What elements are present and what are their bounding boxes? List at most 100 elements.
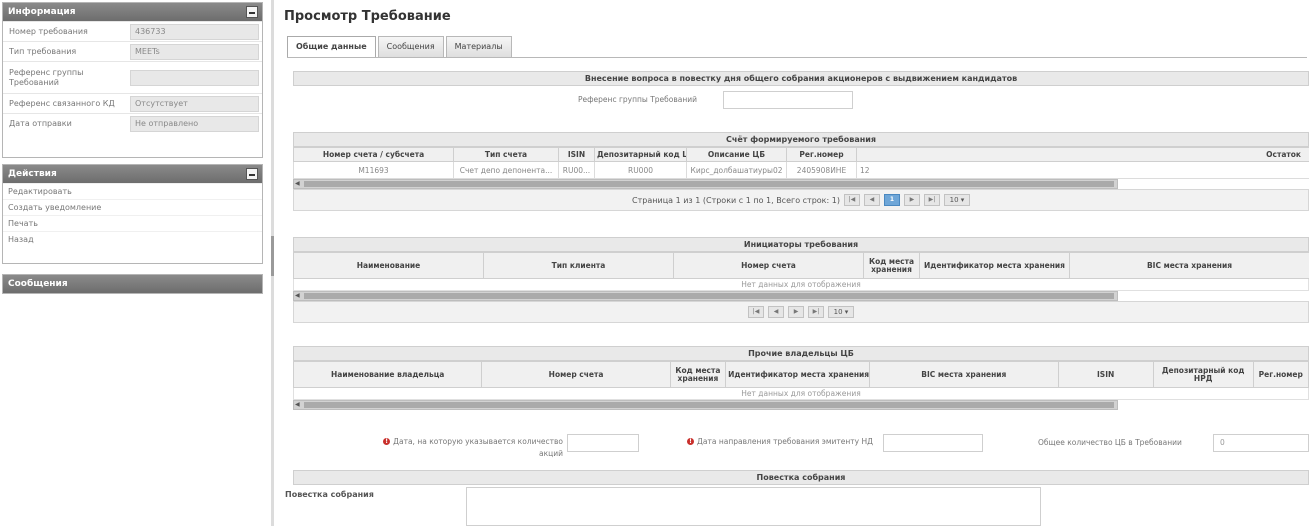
column-header[interactable]: Код места хранения [669,361,727,388]
info-value: Не отправлено [130,115,259,132]
page-size-value: 10 [833,308,843,316]
scroll-left-icon[interactable]: ◀ [295,292,300,300]
info-label: Дата отправки [9,118,72,128]
column-header[interactable]: BIC места хранения [869,361,1059,388]
required-icon: ! [687,438,695,445]
date-sent-input[interactable] [883,434,983,452]
scroll-thumb[interactable] [304,181,1114,187]
column-header[interactable]: Тип счета [453,147,559,162]
next-page-icon[interactable]: ▶ [903,194,920,206]
initiators-table-title: Инициаторы требования [293,237,1309,252]
empty-message: Нет данных для отображения [293,279,1309,291]
info-label: Референс связанного КД [9,98,115,108]
main-content: Просмотр Требование Общие данные Сообщен… [281,0,1309,526]
tab-bar: Общие данные Сообщения Материалы [287,36,514,58]
messages-panel[interactable]: Сообщения [2,274,263,294]
messages-panel-title: Сообщения [8,279,68,289]
scroll-left-icon[interactable]: ◀ [295,401,300,409]
info-row-linked-kd: Референс связанного КД Отсутствует [3,93,262,113]
table-cell: 12 [856,161,1309,179]
actions-panel-header: Действия [3,165,262,183]
horizontal-scrollbar[interactable]: ◀ [293,179,1118,189]
account-section: Счёт формируемого требования Номер счета… [293,132,1309,211]
agenda-section: Повестка собрания [293,470,1309,485]
column-header[interactable]: BIC места хранения [1069,252,1309,279]
column-header[interactable]: ISIN [1057,361,1154,388]
messages-panel-header[interactable]: Сообщения [3,275,262,293]
column-header[interactable]: Код места хранения [863,252,920,279]
initiators-table: Наименование Тип клиента Номер счета Код… [293,252,1309,279]
column-header[interactable]: Тип клиента [483,252,674,279]
action-create-notification[interactable]: Создать уведомление [3,199,262,215]
column-header[interactable]: Рег.номер [786,147,857,162]
prev-page-icon[interactable]: ◀ [863,194,880,206]
table-cell: RU000 [594,161,687,179]
dates-row: ! Дата, на которую указывается количество… [293,432,1309,468]
info-label: Тип требования [9,46,77,56]
horizontal-scrollbar[interactable]: ◀ [293,291,1118,301]
agenda-label: Повестка собрания [285,490,374,499]
first-page-icon[interactable]: |◀ [748,306,764,318]
info-panel-title: Информация [8,7,76,17]
action-edit[interactable]: Редактировать [3,183,262,199]
account-pager: Страница 1 из 1 (Строки с 1 по 1, Всего … [293,189,1309,211]
column-header[interactable]: Номер счета [673,252,864,279]
table-row[interactable]: M11693 Счет депо депонента... RU00... RU… [293,161,1309,179]
actions-panel: Действия Редактировать Создать уведомлен… [2,164,263,264]
page-size-select[interactable]: 10 ▾ [943,194,970,206]
prev-page-icon[interactable]: ◀ [768,306,784,318]
column-header[interactable]: Депозитарный код ЦБ [594,147,687,162]
column-header[interactable]: Наименование владельца [292,361,483,388]
column-header[interactable]: Остаток [856,147,1309,162]
info-row-send-date: Дата отправки Не отправлено [3,113,262,133]
column-header[interactable]: Номер счета [481,361,671,388]
column-header[interactable]: Идентификатор места хранения [919,252,1070,279]
left-panel: Информация Номер требования 436733 Тип т… [0,0,266,526]
scroll-thumb[interactable] [304,402,1114,408]
total-input[interactable]: 0 [1213,434,1309,452]
next-page-icon[interactable]: ▶ [788,306,804,318]
tab-general[interactable]: Общие данные [287,36,376,58]
owners-section: Прочие владельцы ЦБ Наименование владель… [292,346,1309,410]
current-page-button[interactable]: 1 [883,194,900,206]
action-back[interactable]: Назад [3,231,262,247]
owners-table: Наименование владельца Номер счета Код м… [292,361,1309,388]
empty-message: Нет данных для отображения [293,388,1309,400]
page-title: Просмотр Требование [284,9,451,24]
total-label: Общее количество ЦБ в Требовании [1038,438,1182,447]
date-owners-label: Дата, на которую указывается количество … [393,437,563,458]
table-cell: RU00... [558,161,595,179]
column-header[interactable]: ISIN [558,147,595,162]
table-cell: Счет депо депонента... [453,161,559,179]
column-header[interactable]: Идентификатор места хранения [725,361,871,388]
scroll-thumb[interactable] [304,293,1114,299]
last-page-icon[interactable]: ▶| [923,194,940,206]
tab-materials[interactable]: Материалы [445,36,512,57]
date-owners-input[interactable] [567,434,639,452]
tab-messages[interactable]: Сообщения [377,36,444,57]
tab-underline [287,57,1307,58]
group-ref-input[interactable] [723,91,853,109]
column-header[interactable]: Описание ЦБ [686,147,787,162]
horizontal-scrollbar[interactable]: ◀ [293,400,1118,410]
splitter-handle[interactable] [271,236,274,276]
pager-info: Страница 1 из 1 (Строки с 1 по 1, Всего … [632,195,840,205]
collapse-icon[interactable] [246,6,258,18]
action-print[interactable]: Печать [3,215,262,231]
column-header[interactable]: Наименование [293,252,484,279]
last-page-icon[interactable]: ▶| [808,306,824,318]
scroll-left-icon[interactable]: ◀ [295,180,300,188]
agenda-textarea[interactable] [466,487,1041,526]
column-header[interactable]: Рег.номер [1252,361,1309,388]
collapse-icon[interactable] [246,168,258,180]
date-sent-label: Дата направления требования эмитенту НД [697,437,873,446]
info-row-number: Номер требования 436733 [3,21,262,41]
page-size-select[interactable]: 10 ▾ [828,306,854,318]
column-header[interactable]: Номер счета / субсчета [293,147,454,162]
first-page-icon[interactable]: |◀ [843,194,860,206]
info-row-type: Тип требования MEETs [3,41,262,61]
actions-panel-title: Действия [8,169,57,179]
info-value: 436733 [130,23,259,40]
column-header[interactable]: Депозитарный код НРД [1152,361,1254,388]
table-cell: M11693 [293,161,454,179]
